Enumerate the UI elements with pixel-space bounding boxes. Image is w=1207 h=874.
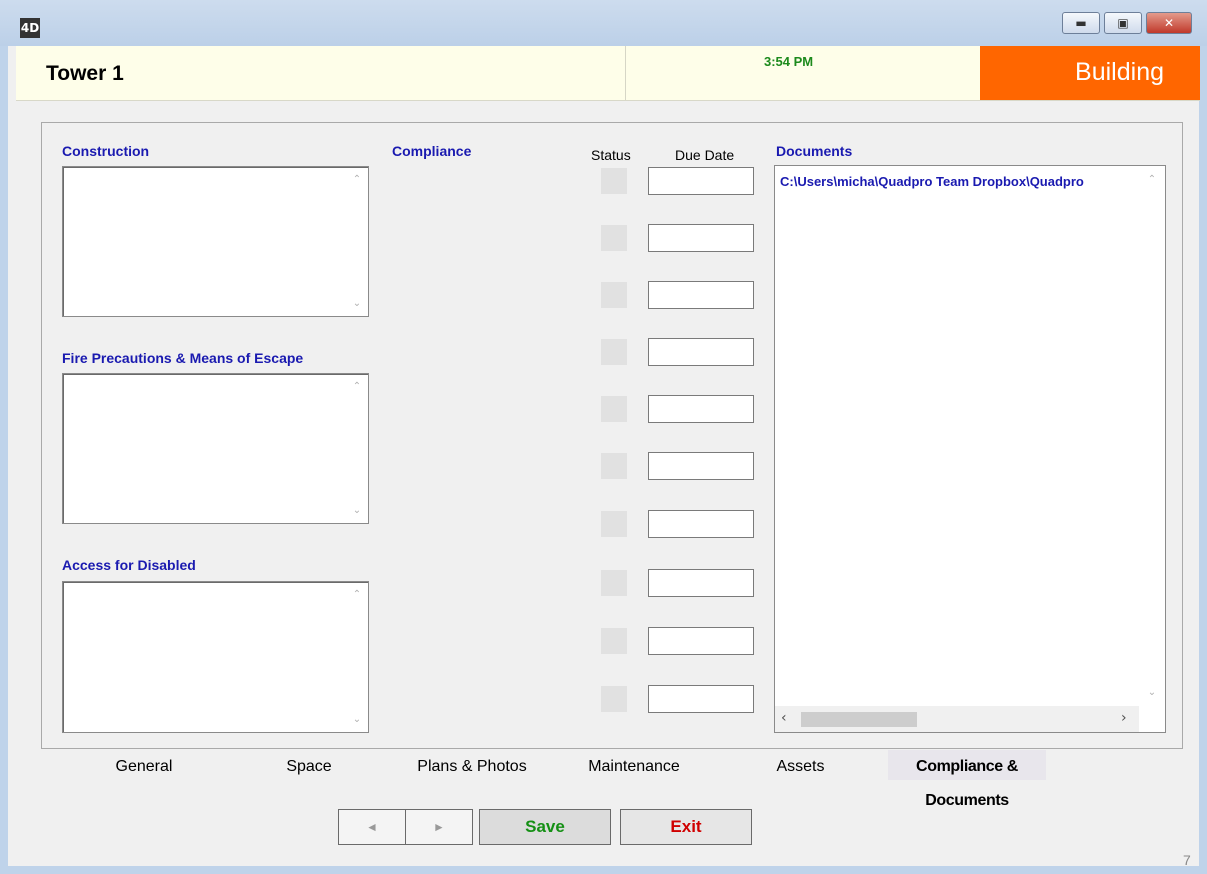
minimize-button[interactable]: ▬ [1062,12,1100,34]
status-checkbox[interactable] [601,339,627,365]
due-date-field[interactable] [648,569,754,597]
status-checkbox[interactable] [601,628,627,654]
due-date-field[interactable] [648,338,754,366]
scroll-up-icon[interactable]: ⌃ [347,589,367,600]
status-checkbox[interactable] [601,511,627,537]
due-date-field[interactable] [648,627,754,655]
fire-precautions-textarea[interactable]: ⌃ ⌄ [62,373,369,524]
status-checkbox[interactable] [601,686,627,712]
scroll-down-icon[interactable]: ⌄ [347,714,367,725]
clock-time: 3:54 PM [764,54,814,69]
due-date-field[interactable] [648,224,754,252]
due-date-column-header: Due Date [675,147,735,163]
next-record-button[interactable]: ► [405,809,473,845]
scroll-left-icon[interactable]: ‹ [781,710,787,726]
document-path-item[interactable]: C:\Users\micha\Quadpro Team Dropbox\Quad… [780,174,1135,189]
maximize-button[interactable]: ▣ [1104,12,1142,34]
header-divider [625,46,626,100]
scroll-up-icon[interactable]: ⌃ [347,381,367,392]
page-number: 7 [1183,852,1191,868]
scroll-down-icon[interactable]: ⌄ [347,298,367,309]
documents-vertical-scrollbar[interactable]: ⌃ ⌄ [1139,166,1165,706]
status-checkbox[interactable] [601,570,627,596]
4d-app-icon: 4D [20,18,40,38]
scroll-right-icon[interactable]: › [1121,710,1127,726]
previous-record-button[interactable]: ◄ [338,809,406,845]
due-date-field[interactable] [648,281,754,309]
status-checkbox[interactable] [601,225,627,251]
documents-label: Documents [776,143,853,159]
status-checkbox[interactable] [601,453,627,479]
compliance-label: Compliance [392,143,472,159]
status-column-header: Status [591,147,631,163]
due-date-field[interactable] [648,395,754,423]
close-button[interactable]: ✕ [1146,12,1192,34]
status-checkbox[interactable] [601,282,627,308]
scroll-down-icon[interactable]: ⌄ [347,505,367,516]
record-header: Tower 1 3:54 PM Building [16,46,1200,101]
exit-button[interactable]: Exit [620,809,752,845]
documents-horizontal-scrollbar[interactable]: ‹ › [775,706,1139,732]
documents-list[interactable]: C:\Users\micha\Quadpro Team Dropbox\Quad… [774,165,1166,733]
due-date-field[interactable] [648,685,754,713]
scroll-up-icon[interactable]: ⌃ [347,174,367,185]
tab-maintenance[interactable]: Maintenance [550,750,718,780]
save-button[interactable]: Save [479,809,611,845]
status-checkbox[interactable] [601,168,627,194]
section-badge: Building [980,46,1200,100]
tab-plans-photos[interactable]: Plans & Photos [394,750,550,780]
access-disabled-textarea[interactable]: ⌃ ⌄ [62,581,369,733]
construction-scrollbar[interactable]: ⌃ ⌄ [347,168,367,315]
fire-precautions-scrollbar[interactable]: ⌃ ⌄ [347,375,367,522]
tab-space[interactable]: Space [224,750,394,780]
tab-bar: General Space Plans & Photos Maintenance… [64,750,1164,809]
access-disabled-scrollbar[interactable]: ⌃ ⌄ [347,583,367,731]
tab-general[interactable]: General [64,750,224,780]
due-date-field[interactable] [648,452,754,480]
tab-assets[interactable]: Assets [718,750,883,780]
fire-precautions-label: Fire Precautions & Means of Escape [62,350,304,366]
scroll-up-icon[interactable]: ⌃ [1142,174,1162,185]
status-checkbox[interactable] [601,396,627,422]
horizontal-scroll-thumb[interactable] [801,712,917,727]
title-bar: 4D ▬ ▣ ✕ [0,0,1207,46]
construction-label: Construction [62,143,150,159]
tab-compliance-documents[interactable]: Compliance & Documents [888,750,1046,809]
construction-textarea[interactable]: ⌃ ⌄ [62,166,369,317]
record-title: Tower 1 [46,62,124,85]
due-date-field[interactable] [648,167,754,195]
access-disabled-label: Access for Disabled [62,557,196,573]
due-date-field[interactable] [648,510,754,538]
scroll-down-icon[interactable]: ⌄ [1142,687,1162,698]
